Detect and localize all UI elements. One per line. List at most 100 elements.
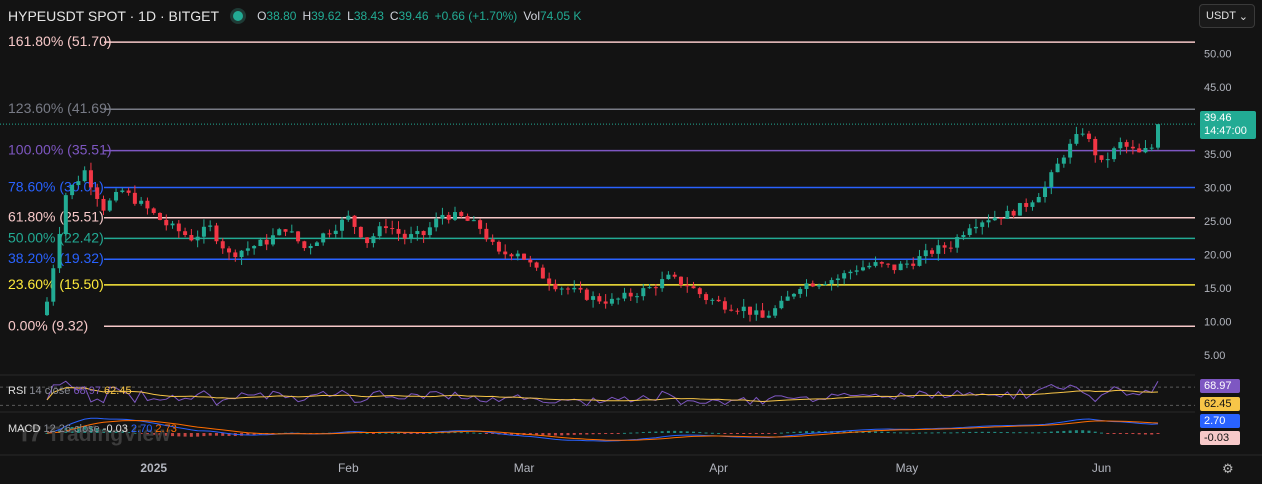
macd-histogram-bar: [635, 432, 639, 434]
candle-body: [421, 231, 426, 236]
candle-body: [446, 214, 451, 220]
candle-body: [358, 226, 363, 238]
candle-body: [509, 254, 514, 257]
candle-body: [245, 248, 250, 251]
candle-body: [672, 274, 677, 277]
candle-body: [465, 216, 470, 221]
candle-body: [904, 263, 909, 265]
candle-body: [1068, 143, 1073, 158]
candle-body: [936, 245, 941, 254]
candle-body: [302, 241, 307, 249]
settings-gear-icon[interactable]: ⚙: [1222, 461, 1234, 477]
candle-body: [1074, 134, 1079, 144]
candle-body: [854, 270, 859, 272]
candle-body: [741, 306, 746, 312]
low-label: L: [347, 9, 354, 23]
macd-histogram-bar: [804, 431, 808, 433]
candle-body: [911, 263, 916, 266]
macd-legend[interactable]: MACD 12 26 close -0.03 2.70 2.73: [8, 423, 177, 435]
candle-body: [735, 310, 740, 312]
candle-body: [1061, 157, 1066, 164]
candle-body: [434, 218, 439, 228]
candle-body: [208, 225, 213, 227]
candle-body: [296, 231, 301, 242]
macd-histogram-bar: [742, 433, 746, 434]
candle-body: [829, 280, 834, 284]
macd-signal-value: 2.73: [155, 423, 177, 435]
candle-body: [948, 247, 953, 249]
currency-select-button[interactable]: USDT ⌄: [1199, 4, 1255, 28]
candle-body: [678, 276, 683, 285]
rsi-pane: [0, 380, 1195, 407]
y-tick-label: 30.00: [1204, 183, 1232, 195]
macd-histogram-bar: [936, 432, 940, 434]
candle-body: [57, 234, 62, 269]
candle-body: [496, 241, 501, 252]
macd-histogram-bar: [189, 433, 193, 437]
candle-body: [51, 268, 56, 302]
rsi-ma-tag: 62.45: [1200, 397, 1240, 411]
candle-body: [917, 256, 922, 266]
bar-countdown: 14:47:00: [1204, 125, 1247, 137]
candle-body: [214, 225, 219, 242]
candle-body: [327, 233, 332, 235]
symbol-title[interactable]: HYPEUSDT SPOT · 1D · BITGET: [8, 8, 219, 24]
candle-body: [578, 287, 583, 290]
macd-histogram-bar: [1150, 433, 1154, 435]
rsi-line: [46, 380, 1159, 407]
candle-body: [691, 286, 696, 289]
macd-histogram-bar: [993, 431, 997, 433]
price-chart[interactable]: 161.80% (51.70) 123.60% (41.69) 100.00% (3…: [0, 0, 1262, 484]
fib-level-label: 100.00% (35.51): [8, 142, 112, 158]
macd-histogram-bar: [403, 433, 407, 434]
candle-body: [628, 292, 633, 297]
fib-level-label: 23.60% (15.50): [8, 276, 104, 292]
candle-body: [233, 252, 238, 258]
candle-body: [201, 226, 206, 237]
candle-body: [955, 237, 960, 248]
candle-body: [239, 250, 244, 258]
candle-body: [503, 251, 508, 255]
macd-histogram-bar: [1156, 433, 1160, 434]
macd-histogram-bar: [1005, 432, 1009, 434]
macd-hist-value: -0.03: [102, 423, 128, 435]
macd-histogram-bar: [786, 432, 790, 434]
rsi-params: 14 close: [29, 385, 71, 397]
candle-body: [666, 274, 671, 280]
candle-body: [340, 219, 345, 231]
macd-histogram-bar: [974, 431, 978, 433]
macd-histogram-bar: [397, 432, 401, 434]
candle-body: [409, 234, 414, 239]
macd-histogram-bar: [767, 433, 771, 434]
candle-body: [478, 220, 483, 229]
candle-body: [365, 237, 370, 244]
macd-histogram-bar: [1056, 431, 1060, 433]
market-status-icon: [233, 11, 244, 21]
macd-histogram-bar: [1106, 433, 1110, 434]
macd-histogram-bar: [585, 433, 589, 435]
macd-histogram-bar: [478, 432, 482, 434]
candle-body: [804, 283, 809, 289]
high-label: H: [302, 9, 312, 23]
x-tick-label: May: [896, 461, 919, 475]
macd-histogram-bar: [604, 433, 608, 435]
macd-histogram-bar: [1093, 431, 1097, 433]
candle-body: [70, 184, 75, 196]
macd-histogram-bar: [409, 433, 413, 434]
rsi-legend[interactable]: RSI 14 close 68.97 62.45: [8, 385, 132, 397]
candle-body: [1124, 142, 1129, 147]
x-tick-label: Mar: [514, 461, 535, 475]
candle-body: [760, 310, 765, 318]
macd-histogram-bar: [874, 431, 878, 433]
macd-histogram-bar: [484, 433, 488, 434]
macd-signal-line: [46, 419, 1159, 441]
rsi-ma-line: [46, 387, 1159, 403]
macd-histogram-bar: [692, 431, 696, 433]
fib-level-label: 61.80% (25.51): [8, 209, 104, 225]
macd-histogram-bar: [924, 432, 928, 434]
macd-histogram-bar: [880, 431, 884, 433]
macd-histogram-bar: [773, 433, 777, 434]
macd-histogram-bar: [591, 433, 595, 435]
macd-histogram-bar: [1024, 432, 1028, 434]
candle-body: [371, 236, 376, 244]
